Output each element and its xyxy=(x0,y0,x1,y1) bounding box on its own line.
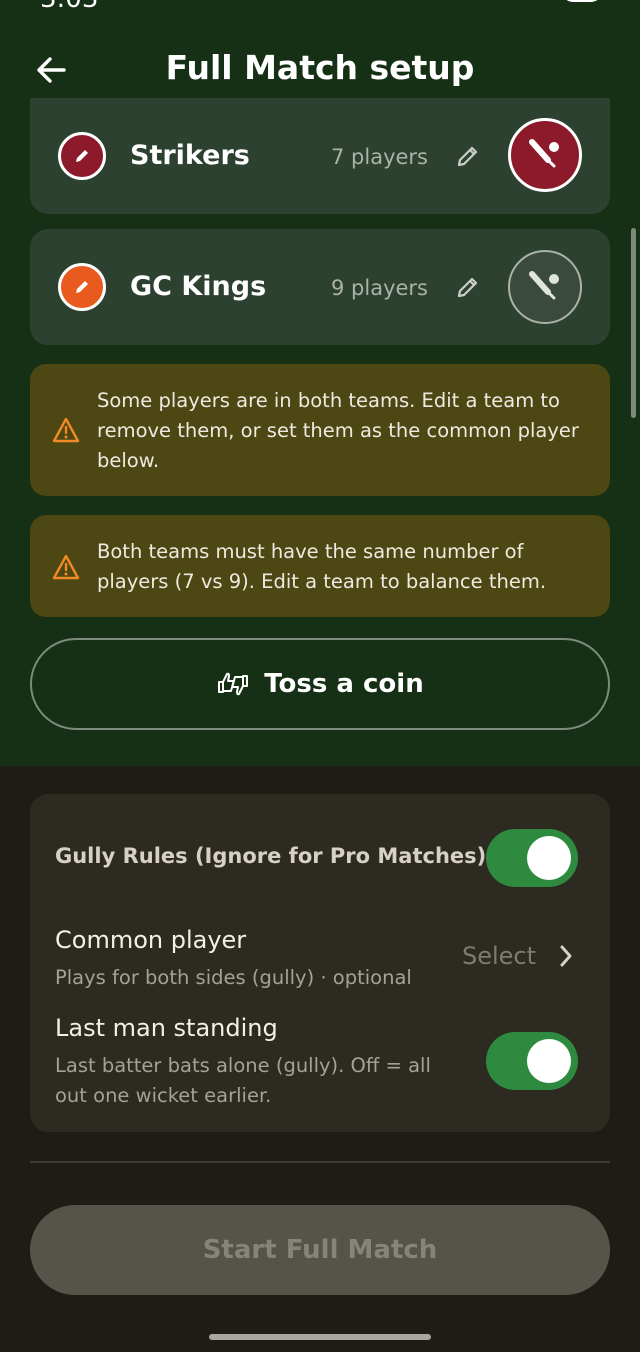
status-time: 3:03 xyxy=(40,0,98,14)
battery-icon xyxy=(562,0,602,2)
team-logo[interactable] xyxy=(508,118,582,192)
team-player-count: 7 players xyxy=(331,145,428,169)
last-man-subtitle: Last batter bats alone (gully). Off = al… xyxy=(55,1054,431,1107)
toss-coin-button[interactable]: Toss a coin xyxy=(30,638,610,730)
last-man-title: Last man standing xyxy=(55,1014,278,1042)
team-card-strikers[interactable]: Strikers 7 players xyxy=(30,98,610,214)
team-badge[interactable] xyxy=(58,132,106,180)
cricket-bat-icon xyxy=(529,139,559,168)
toggle-knob xyxy=(527,1039,571,1083)
scrollbar[interactable] xyxy=(631,228,636,418)
toss-coin-label: Toss a coin xyxy=(264,669,424,699)
common-player-title: Common player xyxy=(55,926,247,954)
page-title: Full Match setup xyxy=(165,48,475,87)
pencil-icon xyxy=(76,150,88,162)
team-badge[interactable] xyxy=(58,263,106,311)
gully-rules-label: Gully Rules (Ignore for Pro Matches) xyxy=(55,844,487,868)
divider xyxy=(30,1161,610,1163)
warning-text: Some players are in both teams. Edit a t… xyxy=(97,389,579,472)
pencil-icon xyxy=(76,281,88,293)
warning-common-players: Some players are in both teams. Edit a t… xyxy=(30,364,610,496)
thumbs-up-down-icon xyxy=(218,672,249,696)
warning-icon xyxy=(52,554,80,580)
home-indicator[interactable] xyxy=(209,1334,431,1340)
warning-text: Both teams must have the same number of … xyxy=(97,540,547,593)
team-player-count: 9 players xyxy=(331,276,428,300)
edit-pencil-icon[interactable] xyxy=(454,273,482,301)
common-player-subtitle: Plays for both sides (gully) · optional xyxy=(55,966,412,989)
status-icons xyxy=(450,0,602,2)
warning-icon xyxy=(52,417,80,443)
team-card-gc-kings[interactable]: GC Kings 9 players xyxy=(30,229,610,345)
team-name: GC Kings xyxy=(130,271,267,302)
team-logo[interactable] xyxy=(508,250,582,324)
status-bar: 3:03 xyxy=(0,0,640,14)
last-man-toggle[interactable] xyxy=(486,1032,578,1090)
match-rules-card: Gully Rules (Ignore for Pro Matches) Com… xyxy=(30,794,610,1132)
chevron-right-icon[interactable] xyxy=(558,944,574,968)
team-name: Strikers xyxy=(130,140,250,171)
warning-player-count: Both teams must have the same number of … xyxy=(30,515,610,617)
gully-rules-toggle[interactable] xyxy=(486,829,578,887)
common-player-select[interactable]: Select xyxy=(462,942,536,970)
cricket-bat-icon xyxy=(529,271,559,300)
edit-pencil-icon[interactable] xyxy=(454,142,482,170)
toggle-knob xyxy=(527,836,571,880)
start-match-button[interactable]: Start Full Match xyxy=(30,1205,610,1295)
start-match-label: Start Full Match xyxy=(202,1235,438,1265)
